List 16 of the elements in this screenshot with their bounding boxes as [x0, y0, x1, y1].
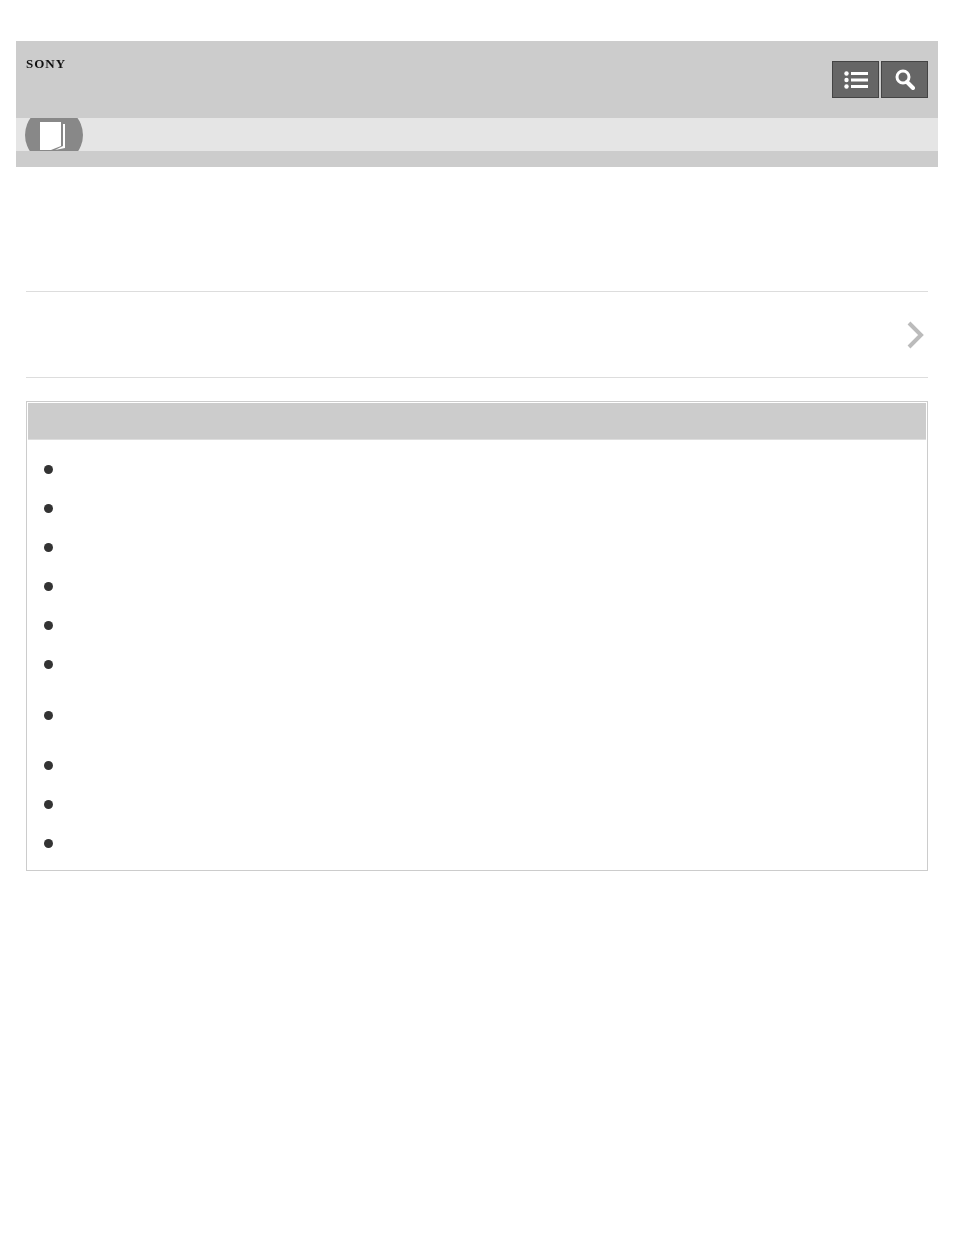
logo[interactable]: SONY — [26, 56, 67, 72]
bullet-icon — [44, 761, 53, 770]
bullet-icon — [44, 710, 53, 720]
bullet-icon — [44, 660, 53, 669]
search-icon — [894, 69, 915, 90]
bullet-icon — [44, 465, 53, 474]
search-button[interactable] — [881, 61, 928, 98]
bullet-icon — [44, 543, 53, 552]
chevron-right-icon — [906, 319, 926, 350]
list-icon — [843, 70, 868, 89]
bullet-icon — [44, 800, 53, 809]
bullet-icon — [44, 504, 53, 513]
bullet-icon — [44, 621, 53, 630]
bullet-icon — [44, 839, 53, 848]
contents-button[interactable] — [832, 61, 879, 98]
bullet-icon — [44, 582, 53, 591]
